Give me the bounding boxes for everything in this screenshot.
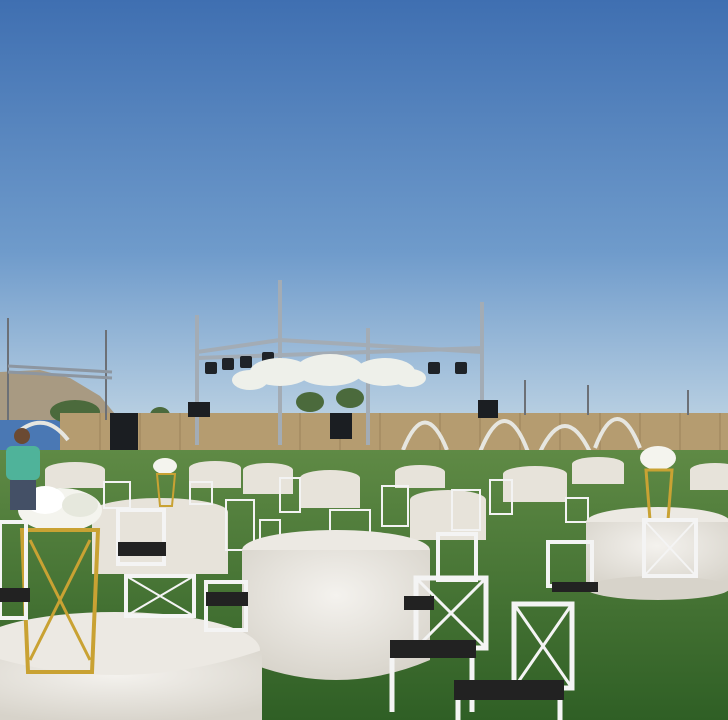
wooden-fence (60, 413, 728, 453)
wedding-venue-photo (0, 0, 728, 720)
sky (0, 0, 728, 420)
person (6, 428, 40, 510)
